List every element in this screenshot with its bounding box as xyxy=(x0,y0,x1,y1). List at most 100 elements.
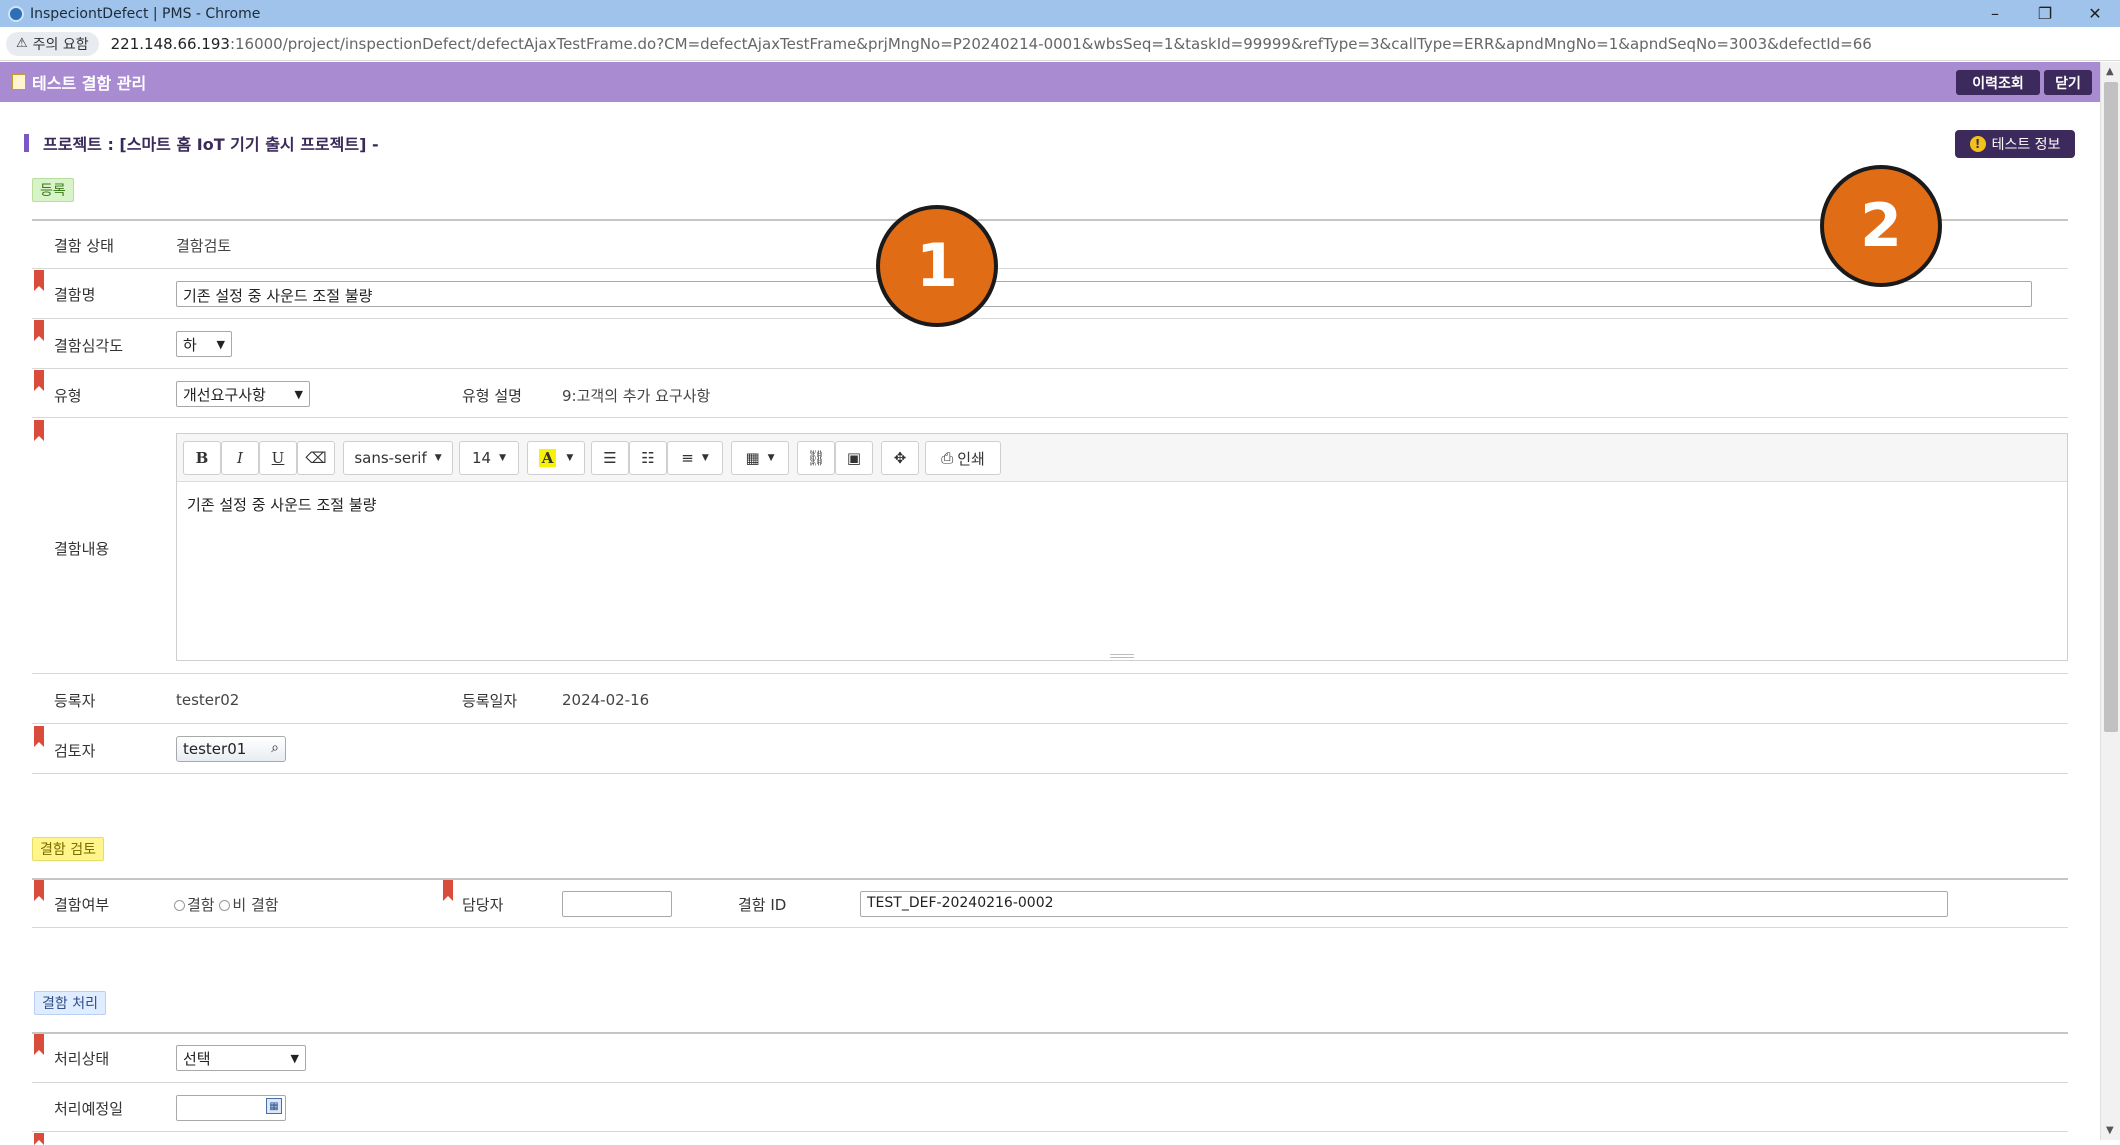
severity-select[interactable]: 하 ▼ xyxy=(176,331,232,357)
eraser-icon[interactable]: ⌫ xyxy=(297,441,335,475)
reg-date-value: 2024-02-16 xyxy=(562,691,650,709)
divider xyxy=(32,219,2068,221)
reviewer-label: 검토자 xyxy=(54,742,96,760)
search-icon[interactable]: ⌕ xyxy=(271,740,279,756)
registrant-label: 등록자 xyxy=(54,692,96,710)
unordered-list-icon[interactable]: ☰ xyxy=(591,441,629,475)
ordered-list-icon[interactable]: ☷ xyxy=(629,441,667,475)
window-title: InspeciontDefect | PMS - Chrome xyxy=(30,5,261,22)
divider xyxy=(32,1082,2068,1083)
radio-defect-label: 결함 xyxy=(187,896,215,914)
printer-icon: ⎙ xyxy=(941,449,954,467)
divider xyxy=(32,368,2068,369)
scrollbar-thumb[interactable] xyxy=(2104,82,2118,732)
project-heading: 프로젝트 : [스마트 홈 IoT 기기 출시 프로젝트] - xyxy=(24,133,379,154)
assignee-input[interactable] xyxy=(562,891,672,917)
editor-toolbar: B I U ⌫ sans-serif ▼ 14 ▼ A ▼ ☰ ☷ ≡ ▼ ▦ ▼ ⛓ ▣… xyxy=(177,434,2067,482)
page-header: 테스트 결함 관리 이력조회 닫기 xyxy=(0,62,2100,102)
status-label: 결함 상태 xyxy=(54,237,114,255)
divider xyxy=(32,268,2068,269)
required-marker-icon xyxy=(34,420,44,441)
link-icon[interactable]: ⛓ xyxy=(797,441,835,475)
restore-button[interactable]: ❐ xyxy=(2020,0,2070,27)
rich-text-editor[interactable]: B I U ⌫ sans-serif ▼ 14 ▼ A ▼ ☰ ☷ ≡ ▼ ▦ ▼ ⛓ ▣… xyxy=(176,433,2068,661)
required-marker-icon xyxy=(34,320,44,341)
fullscreen-icon[interactable]: ✥ xyxy=(881,441,919,475)
align-icon[interactable]: ≡ ▼ xyxy=(667,441,723,475)
chevron-down-icon: ▼ xyxy=(294,387,303,401)
severity-value: 하 xyxy=(183,335,197,354)
divider xyxy=(32,773,2068,774)
required-marker-icon xyxy=(34,370,44,391)
divider xyxy=(32,878,2068,880)
defect-id-input[interactable]: TEST_DEF-20240216-0002 xyxy=(860,891,1948,917)
close-button[interactable]: 닫기 xyxy=(2044,70,2092,95)
type-desc-label: 유형 설명 xyxy=(462,387,522,405)
close-window-button[interactable]: ✕ xyxy=(2070,0,2120,27)
divider xyxy=(32,927,2068,928)
bold-button[interactable]: B xyxy=(183,441,221,475)
underline-button[interactable]: U xyxy=(259,441,297,475)
assignee-label: 담당자 xyxy=(462,896,504,914)
scroll-up-icon[interactable]: ▲ xyxy=(2106,66,2114,77)
font-size-select[interactable]: 14 ▼ xyxy=(459,441,519,475)
type-label: 유형 xyxy=(54,387,82,405)
page-title: 테스트 결함 관리 xyxy=(32,74,147,93)
caret-down-icon: ▼ xyxy=(566,453,574,463)
section-tag-register: 등록 xyxy=(32,178,74,202)
chevron-down-icon: ▼ xyxy=(216,337,225,351)
text-color-button[interactable]: A ▼ xyxy=(527,441,585,475)
caret-down-icon: ▼ xyxy=(499,453,506,463)
severity-label: 결함심각도 xyxy=(54,337,124,355)
window-titlebar: InspeciontDefect | PMS - Chrome – ❐ ✕ xyxy=(0,0,2120,27)
section-tag-review: 결함 검토 xyxy=(32,837,104,861)
defect-yn-label: 결함여부 xyxy=(54,896,110,914)
table-icon[interactable]: ▦ ▼ xyxy=(731,441,789,475)
address-bar: ⚠ 주의 요함 221.148.66.193:16000/project/ins… xyxy=(0,27,2120,61)
required-marker-icon xyxy=(34,270,44,291)
calendar-icon[interactable]: ▦ xyxy=(266,1098,282,1114)
proc-status-select[interactable]: 선택 ▼ xyxy=(176,1045,306,1071)
reviewer-value: tester01 xyxy=(183,740,247,758)
print-button[interactable]: ⎙ 인쇄 xyxy=(925,441,1001,475)
divider xyxy=(32,417,2068,418)
test-info-label: 테스트 정보 xyxy=(1991,137,2061,153)
proc-date-label: 처리예정일 xyxy=(54,1100,124,1118)
required-marker-icon xyxy=(34,1133,44,1145)
app-icon xyxy=(8,5,24,22)
security-warning-chip[interactable]: ⚠ 주의 요함 xyxy=(6,31,99,56)
resize-grip-icon[interactable] xyxy=(1110,654,1134,658)
history-button[interactable]: 이력조회 xyxy=(1956,70,2040,95)
image-icon[interactable]: ▣ xyxy=(835,441,873,475)
info-icon: ! xyxy=(1969,136,1986,152)
radio-defect[interactable] xyxy=(174,900,185,911)
minimize-button[interactable]: – xyxy=(1970,0,2020,27)
defect-id-label: 결함 ID xyxy=(738,896,787,914)
defect-name-input[interactable]: 기존 설정 중 사운드 조절 불량 xyxy=(176,281,2032,307)
content-label: 결함내용 xyxy=(54,540,110,558)
test-info-button[interactable]: ! 테스트 정보 xyxy=(1955,130,2075,158)
registrant-value: tester02 xyxy=(176,691,240,709)
editor-content[interactable]: 기존 설정 중 사운드 조절 불량 xyxy=(187,494,376,515)
annotation-badge-1: 1 xyxy=(876,205,998,327)
divider xyxy=(32,1131,2068,1132)
type-select[interactable]: 개선요구사항 ▼ xyxy=(176,381,310,407)
heading-bar xyxy=(24,134,29,152)
url-host: 221.148.66.193 xyxy=(110,34,230,53)
name-label: 결함명 xyxy=(54,286,96,304)
proc-status-label: 처리상태 xyxy=(54,1050,110,1068)
print-label: 인쇄 xyxy=(957,449,985,468)
scroll-down-icon[interactable]: ▼ xyxy=(2106,1125,2114,1136)
section-tag-process: 결함 처리 xyxy=(34,991,106,1015)
reviewer-field[interactable]: tester01 ⌕ xyxy=(176,736,286,762)
radio-non-defect-label: 비 결함 xyxy=(232,896,279,914)
url-rest: :16000/project/inspectionDefect/defectAj… xyxy=(229,34,1872,53)
font-family-select[interactable]: sans-serif ▼ xyxy=(343,441,453,475)
italic-button[interactable]: I xyxy=(221,441,259,475)
vertical-scrollbar[interactable]: ▲ ▼ xyxy=(2100,62,2120,1140)
window-controls: – ❐ ✕ xyxy=(1970,0,2120,27)
reg-date-label: 등록일자 xyxy=(462,692,518,710)
divider xyxy=(32,318,2068,319)
url-field[interactable]: 221.148.66.193:16000/project/inspectionD… xyxy=(111,35,1872,53)
radio-non-defect[interactable] xyxy=(219,900,231,911)
